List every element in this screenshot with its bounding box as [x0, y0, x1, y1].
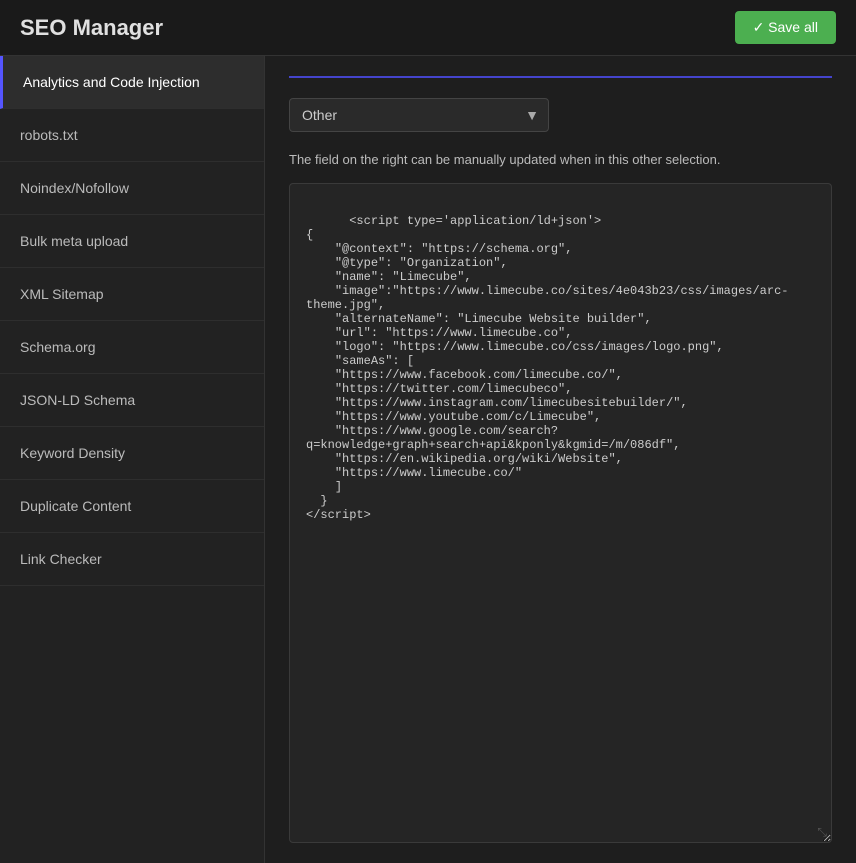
header: SEO Manager ✓ Save all: [0, 0, 856, 56]
sidebar-item-keyword-density[interactable]: Keyword Density: [0, 427, 264, 480]
top-divider: [289, 76, 832, 78]
sidebar-item-noindex[interactable]: Noindex/Nofollow: [0, 162, 264, 215]
code-editor[interactable]: <script type='application/ld+json'> { "@…: [289, 183, 832, 843]
sidebar-item-duplicate-content[interactable]: Duplicate Content: [0, 480, 264, 533]
sidebar-item-schema-org[interactable]: Schema.org: [0, 321, 264, 374]
sidebar-item-analytics[interactable]: Analytics and Code Injection: [0, 56, 264, 109]
sidebar-item-bulk-meta[interactable]: Bulk meta upload: [0, 215, 264, 268]
main-layout: Analytics and Code Injection robots.txt …: [0, 56, 856, 863]
sidebar: Analytics and Code Injection robots.txt …: [0, 56, 265, 863]
resize-handle-icon: ⤡: [817, 826, 827, 840]
save-button[interactable]: ✓ Save all: [735, 11, 836, 44]
type-dropdown[interactable]: Other Google Analytics Google Tag Manage…: [289, 98, 549, 132]
dropdown-container: Other Google Analytics Google Tag Manage…: [289, 98, 549, 132]
content-area: Other Google Analytics Google Tag Manage…: [265, 56, 856, 863]
app-title: SEO Manager: [20, 15, 163, 41]
sidebar-item-link-checker[interactable]: Link Checker: [0, 533, 264, 586]
helper-text: The field on the right can be manually u…: [289, 152, 832, 167]
sidebar-item-robots[interactable]: robots.txt: [0, 109, 264, 162]
sidebar-item-xml-sitemap[interactable]: XML Sitemap: [0, 268, 264, 321]
sidebar-item-json-ld[interactable]: JSON-LD Schema: [0, 374, 264, 427]
